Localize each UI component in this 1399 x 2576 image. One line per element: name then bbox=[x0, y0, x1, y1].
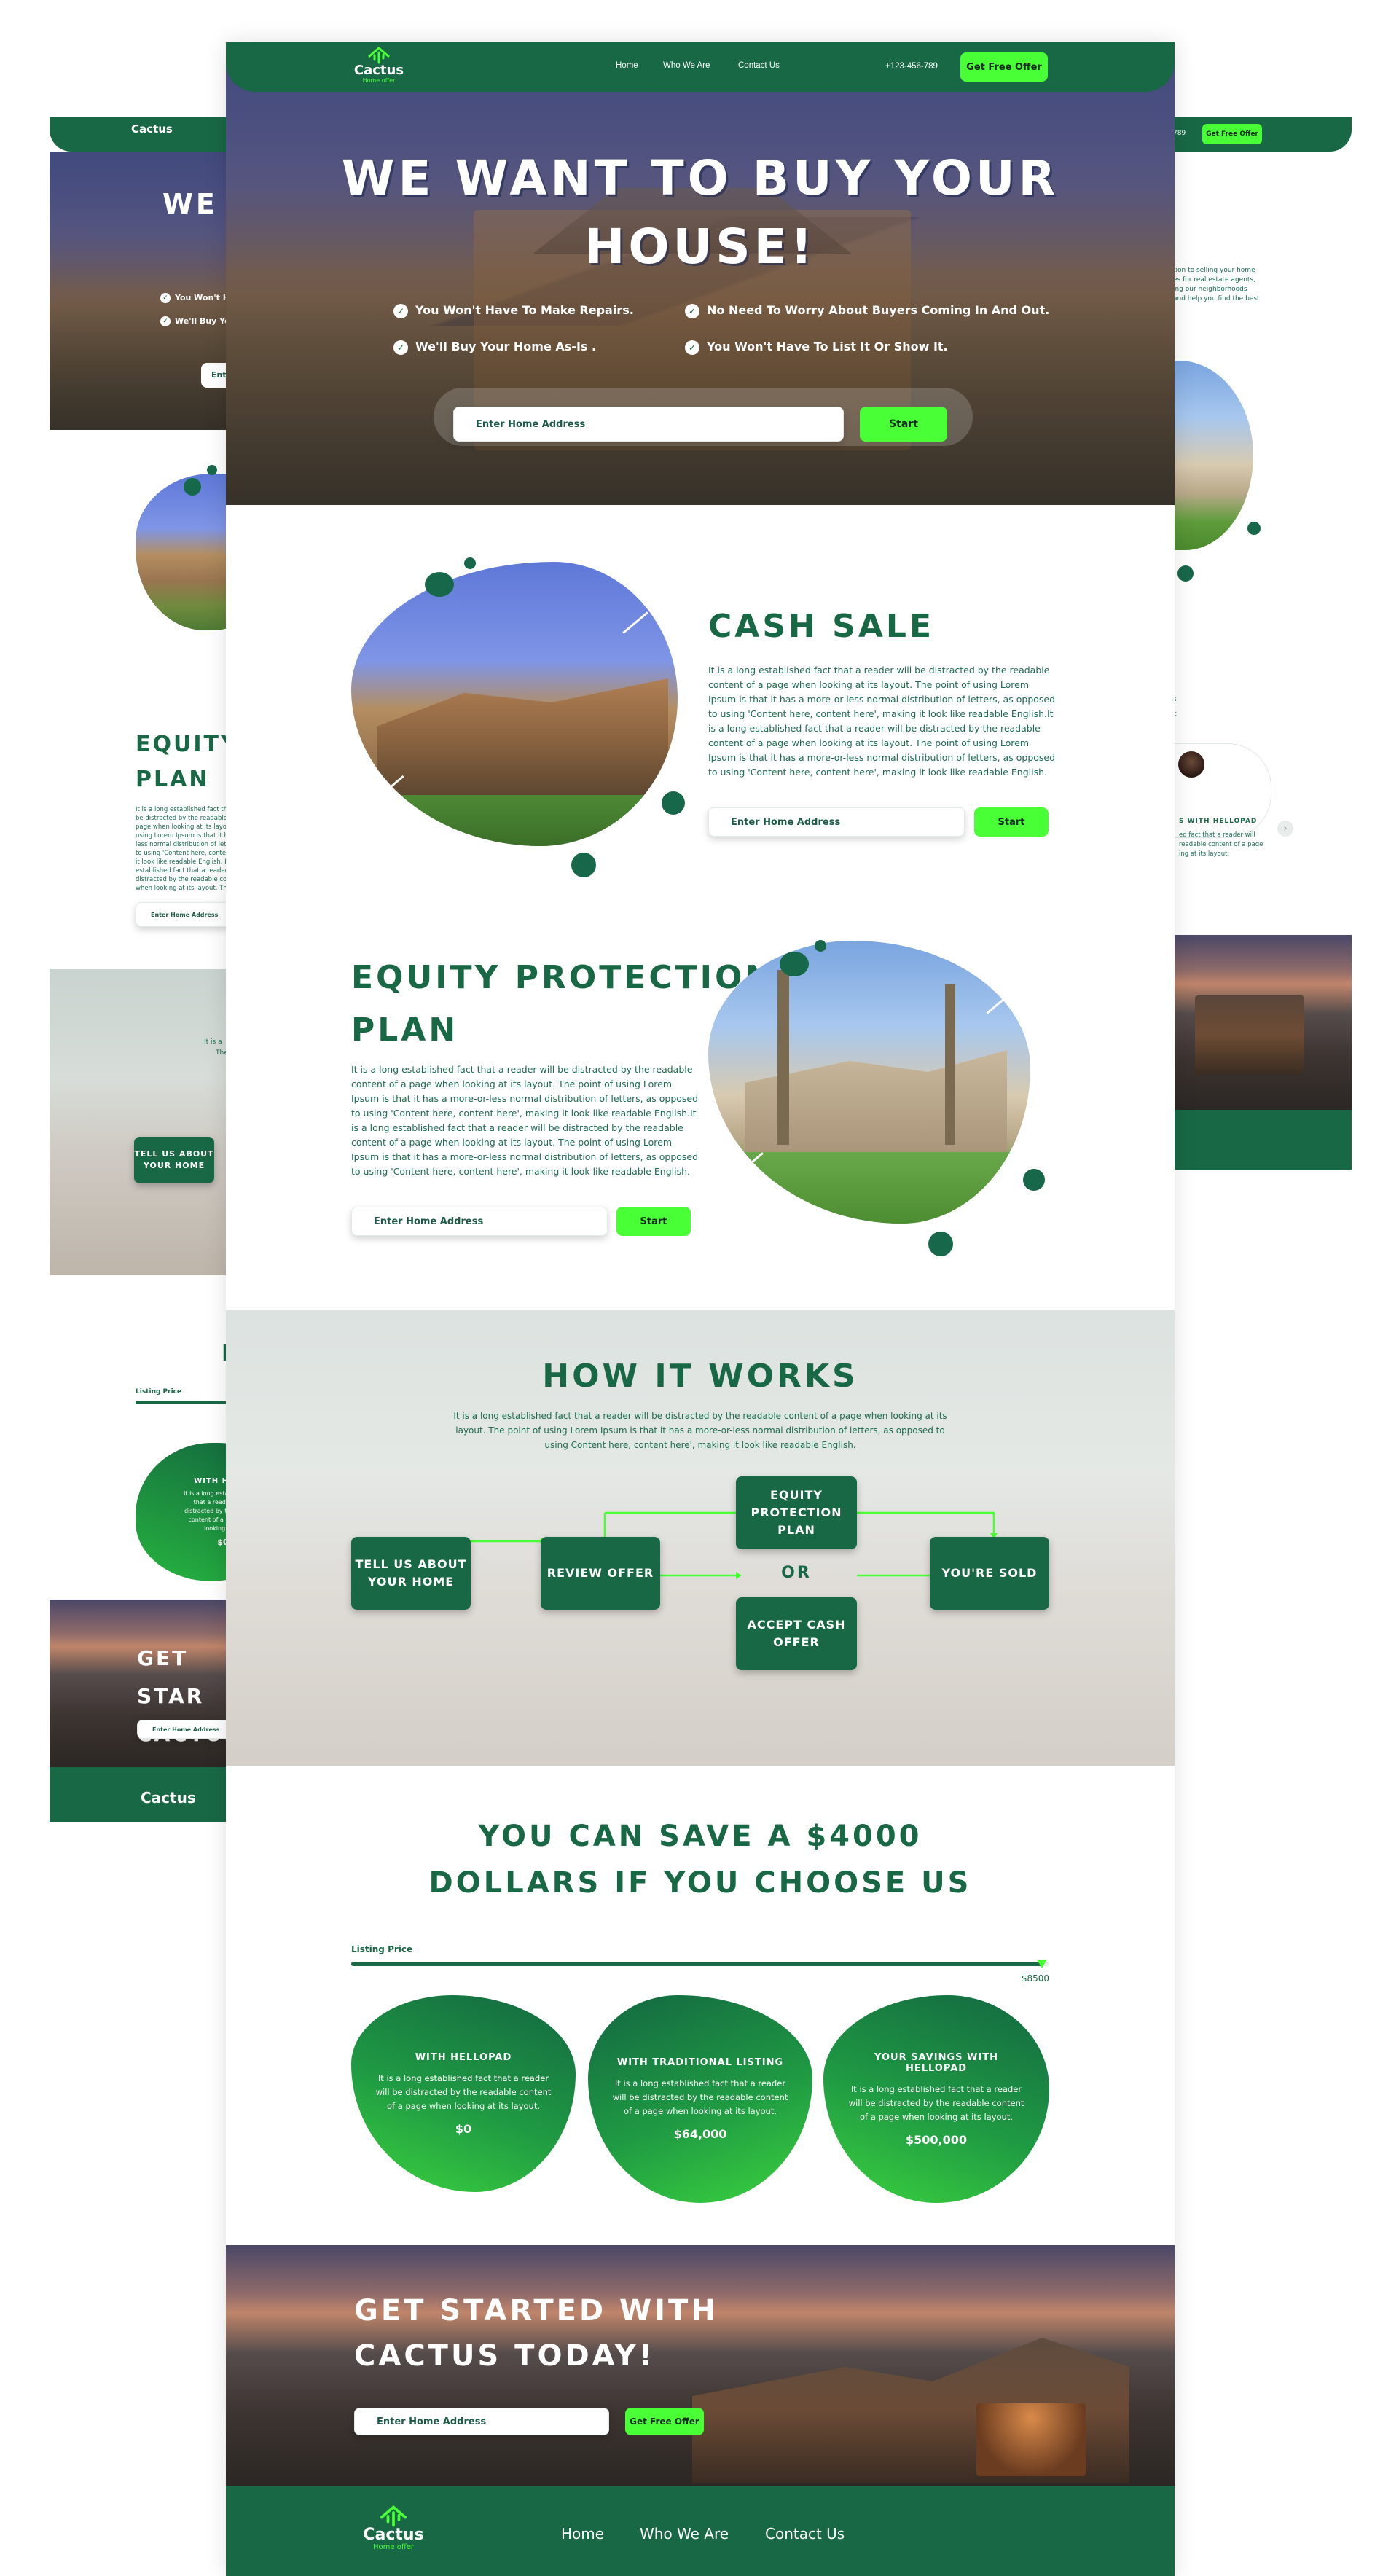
equity-palm bbox=[945, 984, 955, 1145]
decorative-dot bbox=[928, 1232, 953, 1256]
right-preview-dot bbox=[1247, 522, 1261, 535]
right-preview-dot bbox=[1177, 565, 1194, 582]
cta-title: GET STARTED WITH CACTUS TODAY! bbox=[354, 2294, 718, 2373]
decorative-dot bbox=[780, 952, 809, 976]
get-free-offer-button[interactable]: Get Free Offer bbox=[960, 52, 1048, 82]
right-preview-avatar bbox=[1176, 749, 1207, 780]
equity-address-input[interactable]: Enter Home Address bbox=[351, 1207, 608, 1236]
hero-benefit-4: ✓ You Won't Have To List It Or Show It. bbox=[685, 340, 948, 355]
decorative-dot bbox=[662, 791, 685, 815]
right-preview-review-body: ed fact that a reader will readable cont… bbox=[1179, 831, 1263, 858]
step-review-offer: REVIEW OFFER bbox=[541, 1537, 660, 1610]
right-preview-cta: Get Free Offer bbox=[1202, 124, 1262, 144]
how-intro: It is a long established fact that a rea… bbox=[453, 1411, 947, 1450]
cash-sale-lawn bbox=[351, 795, 678, 846]
footer-nav-contact-us[interactable]: Contact Us bbox=[765, 2525, 845, 2542]
right-preview-garage bbox=[1195, 995, 1304, 1075]
cta-address-input[interactable]: Enter Home Address bbox=[354, 2408, 609, 2435]
step-or-label: OR bbox=[781, 1564, 812, 1582]
step-youre-sold: YOU'RE SOLD bbox=[930, 1537, 1049, 1610]
nav-phone[interactable]: +123-456-789 bbox=[885, 62, 938, 71]
cash-sale-photo bbox=[351, 562, 678, 846]
logo[interactable]: Cactus Home offer bbox=[350, 47, 408, 87]
decorative-dot bbox=[464, 557, 476, 569]
left-preview-slider-label: Listing Price bbox=[136, 1388, 182, 1395]
left-preview-benefit-2: ✓ We'll Buy Yo bbox=[160, 316, 230, 326]
right-preview-footer bbox=[1173, 1110, 1352, 1170]
left-preview-logo: Cactus bbox=[131, 122, 173, 136]
check-icon: ✓ bbox=[393, 303, 408, 318]
main-page: Cactus Home offer Home Who We Are Contac… bbox=[226, 42, 1175, 2576]
hero-address-input[interactable]: Enter Home Address bbox=[453, 407, 844, 442]
house-cactus-icon bbox=[368, 47, 390, 64]
left-preview-step-tell: TELL US ABOUT YOUR HOME bbox=[134, 1137, 214, 1183]
house-cactus-icon bbox=[380, 2505, 407, 2527]
listing-price-slider[interactable] bbox=[351, 1960, 1049, 1968]
equity-palm bbox=[777, 970, 789, 1145]
left-preview-how-bg bbox=[50, 969, 232, 1275]
left-preview-equity-title: EQUITY PLAN bbox=[136, 732, 239, 792]
hero-benefit-3: ✓ We'll Buy Your Home As-Is . bbox=[393, 340, 596, 355]
hero-start-button[interactable]: Start bbox=[860, 407, 947, 442]
right-preview-phone: 789 bbox=[1173, 130, 1186, 137]
nav-contact-us[interactable]: Contact Us bbox=[738, 61, 780, 70]
hero-title: WE WANT TO BUY YOUR HOUSE! bbox=[341, 150, 1059, 275]
right-preview-next-arrow: › bbox=[1277, 821, 1293, 837]
slider-label: Listing Price bbox=[351, 1944, 413, 1954]
cash-sale-start-button[interactable]: Start bbox=[974, 807, 1049, 837]
savings-card-traditional: WITH TRADITIONAL LISTING It is a long es… bbox=[588, 1995, 812, 2203]
cash-sale-body: It is a long established fact that a rea… bbox=[708, 665, 1056, 778]
check-icon: ✓ bbox=[685, 340, 700, 355]
footer-nav-home[interactable]: Home bbox=[561, 2525, 604, 2542]
logo-tagline: Home offer bbox=[362, 77, 396, 84]
cash-sale-address-input[interactable]: Enter Home Address bbox=[708, 807, 965, 837]
right-preview-review-title: S WITH HELLOPAD bbox=[1179, 818, 1258, 825]
decorative-dot bbox=[1023, 1169, 1045, 1191]
slider-thumb[interactable] bbox=[1037, 1960, 1048, 1968]
step-tell-us-about-your-home: TELL US ABOUT YOUR HOME bbox=[351, 1537, 471, 1610]
cash-sale-house bbox=[377, 678, 668, 799]
left-preview-hero-title: WE bbox=[162, 188, 218, 220]
step-equity-protection-plan: EQUITY PROTECTION PLAN bbox=[736, 1476, 857, 1549]
left-preview-dot bbox=[184, 478, 201, 496]
step-accept-cash-offer: ACCEPT CASH OFFER bbox=[736, 1597, 857, 1670]
how-title: HOW IT WORKS bbox=[542, 1358, 858, 1395]
savings-card-your-savings: YOUR SAVINGS WITH HELLOPAD It is a long … bbox=[823, 1995, 1049, 2203]
nav-home[interactable]: Home bbox=[616, 61, 638, 70]
equity-photo bbox=[708, 941, 1030, 1224]
hero-benefit-2: ✓ No Need To Worry About Buyers Coming In… bbox=[685, 303, 1049, 318]
right-preview-text: tion to selling your home es for real es… bbox=[1173, 267, 1260, 302]
cash-sale-title: CASH SALE bbox=[708, 608, 935, 645]
left-preview: Cactus WE ✓ You Won't H ✓ We'll Buy Yo Ent… bbox=[50, 117, 281, 1822]
cta-get-free-offer-button[interactable]: Get Free Offer bbox=[625, 2408, 704, 2435]
equity-body: It is a long established fact that a rea… bbox=[351, 1064, 699, 1177]
nav-who-we-are[interactable]: Who We Are bbox=[663, 61, 710, 70]
logo-name: Cactus bbox=[353, 63, 404, 78]
footer-logo-tagline: Home offer bbox=[373, 2543, 414, 2551]
left-preview-benefit-1: ✓ You Won't H bbox=[160, 293, 230, 303]
right-preview: 789 Get Free Offer tion to selling your … bbox=[1129, 117, 1352, 1170]
decorative-dot bbox=[815, 940, 826, 952]
equity-lawn bbox=[708, 1152, 1030, 1224]
savings-card-hellopad: WITH HELLOPAD It is a long established f… bbox=[351, 1995, 576, 2192]
left-preview-dot bbox=[207, 465, 217, 475]
hero-benefit-1: ✓ You Won't Have To Make Repairs. bbox=[393, 303, 634, 318]
footer-logo[interactable]: Cactus Home offer bbox=[357, 2505, 430, 2564]
left-preview-footer-logo: Cactus bbox=[141, 1789, 196, 1806]
cta-garage-light bbox=[976, 2403, 1086, 2476]
equity-start-button[interactable]: Start bbox=[616, 1207, 691, 1236]
left-preview-how-text: It is a bbox=[204, 1038, 222, 1046]
decorative-dot bbox=[571, 853, 596, 877]
footer-nav-who-we-are[interactable]: Who We Are bbox=[640, 2525, 729, 2542]
savings-title: YOU CAN SAVE A $4000 DOLLARS IF YOU CHOO… bbox=[428, 1820, 972, 1900]
slider-fill bbox=[351, 1962, 1043, 1966]
slider-value: $8500 bbox=[1021, 1973, 1049, 1984]
check-icon: ✓ bbox=[685, 303, 700, 318]
footer-logo-name: Cactus bbox=[363, 2526, 424, 2544]
check-icon: ✓ bbox=[393, 340, 408, 355]
right-preview-header bbox=[1173, 117, 1352, 152]
decorative-dot bbox=[425, 572, 454, 597]
